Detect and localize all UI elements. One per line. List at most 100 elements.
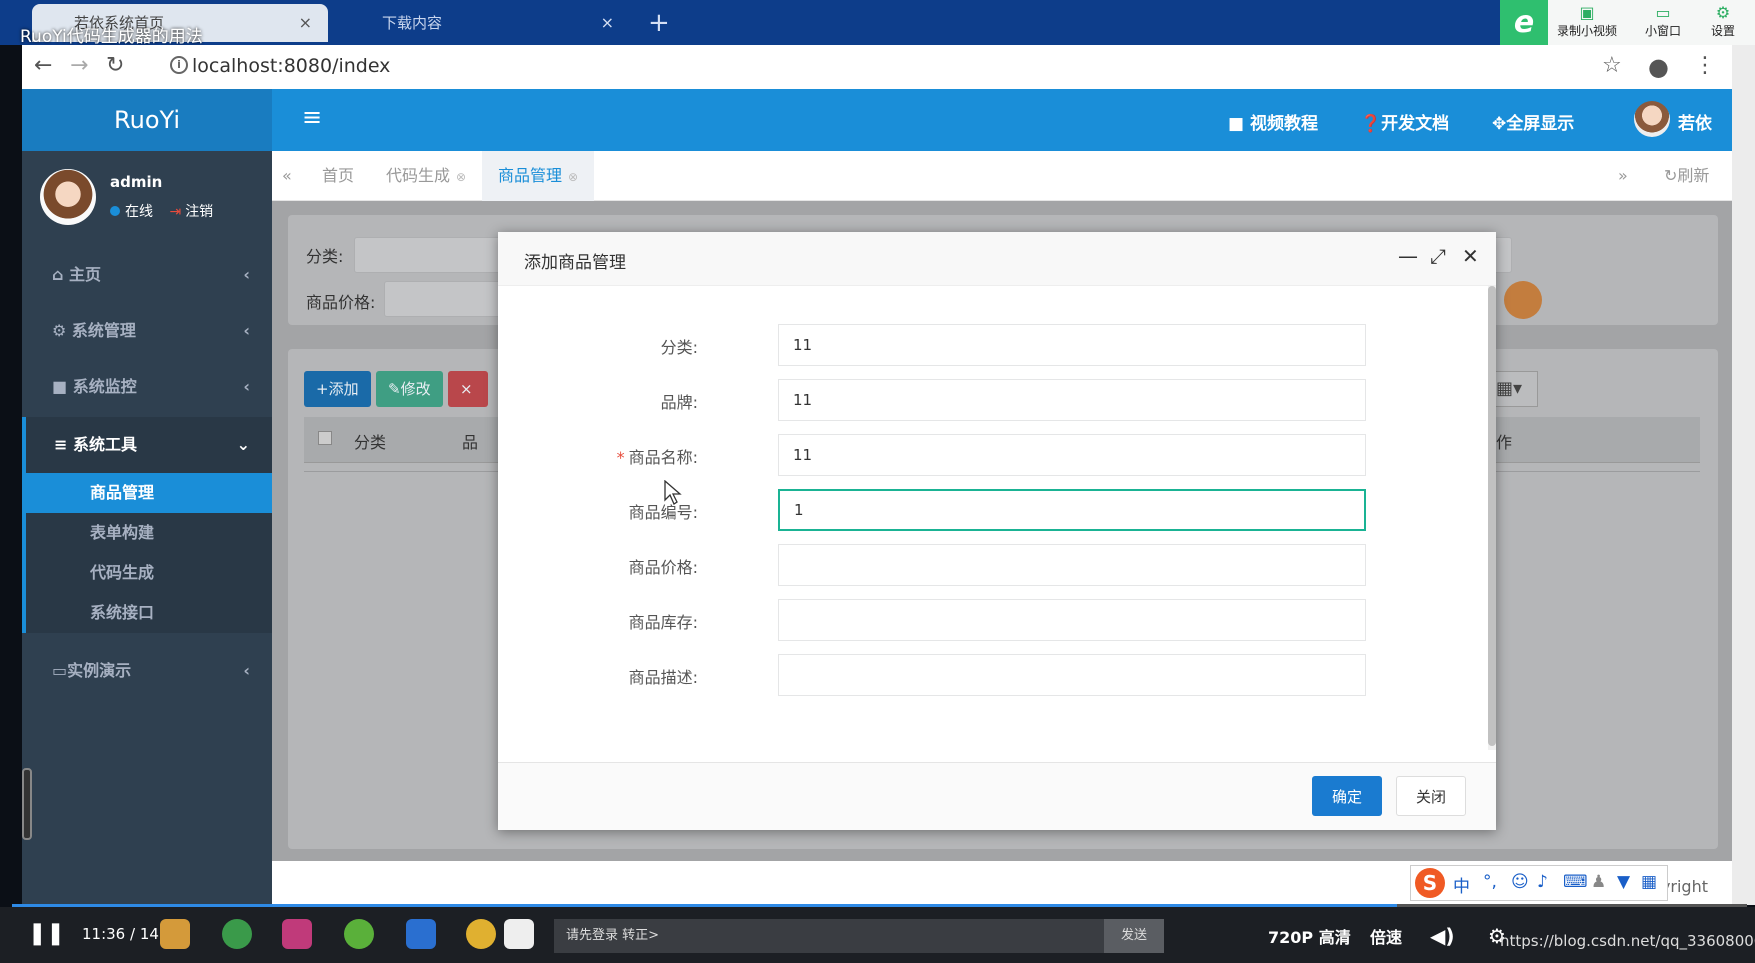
minimize-icon[interactable]: —	[1398, 244, 1418, 268]
stock-input[interactable]	[778, 599, 1366, 641]
question-icon: ❓	[1360, 114, 1382, 134]
header-username[interactable]: 若依	[1678, 109, 1712, 134]
speed-selector[interactable]: 倍速	[1370, 924, 1402, 948]
danmaku-input[interactable]: 请先登录 转正>	[554, 919, 1104, 953]
chrome-icon[interactable]	[466, 919, 496, 949]
video-tutorial-link[interactable]: ■ 视频教程	[1228, 109, 1318, 134]
menu-toggle-icon[interactable]: ≡	[302, 103, 322, 131]
tabs-scroll-right-icon[interactable]: »	[1618, 151, 1628, 201]
sidebar-item-demo[interactable]: ▭实例演示 ‹	[22, 643, 272, 699]
app-icon[interactable]	[344, 919, 374, 949]
tab-product[interactable]: 商品管理 ⊗	[482, 151, 595, 201]
close-icon[interactable]: ⊗	[456, 170, 466, 184]
video-player-bar: ❚❚ 11:36 / 14:26 请先登录 转正> 发送 720P 高清 倍速 …	[0, 907, 1755, 963]
star-icon[interactable]: ☆	[1602, 53, 1622, 78]
tab-home[interactable]: 首页	[322, 151, 354, 201]
sidebar-item-home[interactable]: ⌂ 主页 ‹	[22, 247, 272, 303]
user-icon[interactable]: ♟	[1591, 872, 1606, 892]
quality-selector[interactable]: 720P 高清	[1268, 924, 1351, 948]
close-icon[interactable]: ⊗	[568, 170, 578, 184]
app-header: RuoYi ≡ ■ 视频教程 ❓开发文档 ✥全屏显示 若依	[22, 89, 1732, 151]
account-icon[interactable]: ●	[1648, 53, 1669, 81]
add-button[interactable]: +添加	[304, 371, 371, 407]
scrollbar-thumb[interactable]	[1488, 286, 1496, 746]
record-video-button[interactable]: ▣ 录制小视频	[1552, 4, 1622, 39]
volume-icon[interactable]: ◀)	[1430, 924, 1455, 948]
sidebar-item-system-management[interactable]: ⚙ 系统管理 ‹	[22, 303, 272, 359]
search-label-price: 商品价格:	[306, 293, 376, 312]
keyboard-icon[interactable]: ⌨	[1563, 872, 1588, 892]
reset-button[interactable]	[1504, 281, 1542, 319]
logout-link[interactable]: 注销	[185, 204, 213, 220]
dialog-scrollbar[interactable]	[1488, 286, 1496, 750]
skin-icon[interactable]: ▼	[1617, 872, 1630, 892]
more-menu-icon[interactable]: ⋮	[1694, 53, 1716, 78]
product-name-input[interactable]	[778, 434, 1366, 476]
maximize-icon[interactable]: ⤢	[1430, 244, 1446, 268]
fullscreen-label: 全屏显示	[1506, 114, 1575, 134]
new-tab-button[interactable]: +	[648, 4, 670, 42]
price-input[interactable]	[778, 544, 1366, 586]
microphone-icon[interactable]: ♪	[1537, 872, 1548, 892]
delete-button[interactable]: ×删	[448, 371, 488, 434]
close-icon[interactable]: ×	[299, 4, 312, 42]
info-icon[interactable]: i	[170, 56, 188, 74]
form-row-description: 商品描述:	[498, 654, 1458, 698]
submenu-item-form-builder[interactable]: 表单构建	[26, 513, 272, 553]
select-all-checkbox[interactable]	[318, 431, 332, 445]
brand-logo[interactable]: RuoYi	[22, 89, 272, 151]
forward-arrow-icon[interactable]: →	[70, 53, 88, 78]
calendar-icon[interactable]	[406, 919, 436, 949]
sidebar-item-label: 系统管理	[71, 321, 136, 340]
form-row-stock: 商品库存:	[498, 599, 1458, 643]
punctuation-icon[interactable]: °,	[1483, 872, 1497, 892]
close-icon[interactable]: ✕	[1462, 244, 1479, 268]
ime-mode-toggle[interactable]: 中	[1453, 872, 1470, 897]
app-icon[interactable]	[222, 919, 252, 949]
fullscreen-link[interactable]: ✥全屏显示	[1492, 109, 1574, 134]
ide-icon[interactable]	[282, 919, 312, 949]
emoji-icon[interactable]: ☺	[1511, 872, 1529, 892]
confirm-button[interactable]: 确定	[1312, 776, 1382, 816]
refresh-tab-button[interactable]: ↻刷新	[1664, 151, 1709, 201]
pause-icon[interactable]: ❚❚	[28, 921, 65, 946]
page-scrollbar[interactable]	[1732, 45, 1755, 905]
logout-icon[interactable]: ⇥	[169, 204, 181, 220]
dev-docs-link[interactable]: ❓开发文档	[1360, 109, 1449, 134]
close-button[interactable]: 关闭	[1396, 776, 1466, 816]
submenu-item-codegen[interactable]: 代码生成	[26, 553, 272, 593]
sidebar-item-system-monitor[interactable]: ■ 系统监控 ‹	[22, 359, 272, 415]
column-header[interactable]: 分类	[354, 429, 386, 453]
volume-slider[interactable]	[22, 768, 32, 840]
reload-icon[interactable]: ↻	[106, 53, 124, 78]
avatar	[40, 169, 96, 225]
back-arrow-icon[interactable]: ←	[34, 53, 52, 78]
url-field[interactable]: localhost:8080/index	[192, 55, 390, 77]
sidebar-item-system-tools[interactable]: ≡ 系统工具 ⌄	[22, 417, 272, 473]
form-row-product-code: 商品编号:	[498, 489, 1458, 533]
brand-input[interactable]	[778, 379, 1366, 421]
tabs-scroll-left-icon[interactable]: «	[282, 151, 292, 201]
danmaku-send-button[interactable]: 发送	[1104, 919, 1164, 953]
folder-icon[interactable]	[160, 919, 190, 949]
form-label: 商品价格:	[628, 558, 698, 577]
submenu-item-product[interactable]: 商品管理	[26, 473, 272, 513]
close-icon[interactable]: ×	[601, 4, 614, 42]
toolbox-icon[interactable]: ▦	[1641, 872, 1657, 892]
description-input[interactable]	[778, 654, 1366, 696]
edit-button[interactable]: ✎修改	[376, 371, 443, 407]
danmaku-toggle-icon[interactable]	[504, 919, 534, 949]
avatar[interactable]	[1634, 101, 1670, 137]
browser-tab-downloads[interactable]: 下载内容 ×	[340, 4, 630, 42]
submenu-item-system-api[interactable]: 系统接口	[26, 593, 272, 633]
product-code-input[interactable]	[778, 489, 1366, 531]
settings-button[interactable]: ⚙ 设置	[1688, 4, 1755, 39]
screen: 若依系统首页 × 下载内容 × + RuoYi代码生成器的用法 e ▣ 录制小视…	[0, 0, 1755, 963]
sidebar-item-label: 主页	[69, 265, 102, 284]
sidebar-item-label: 系统工具	[72, 435, 137, 454]
tab-codegen[interactable]: 代码生成 ⊗	[386, 151, 466, 201]
category-input[interactable]	[778, 324, 1366, 366]
browser-tab-strip: 若依系统首页 × 下载内容 × +	[0, 0, 1755, 45]
column-header[interactable]: 品	[462, 429, 478, 453]
sidebar: admin 在线 ⇥ 注销 ⌂ 主页 ‹ ⚙ 系统管理 ‹ ■ 系统监控 ‹ ≡ …	[22, 151, 272, 911]
